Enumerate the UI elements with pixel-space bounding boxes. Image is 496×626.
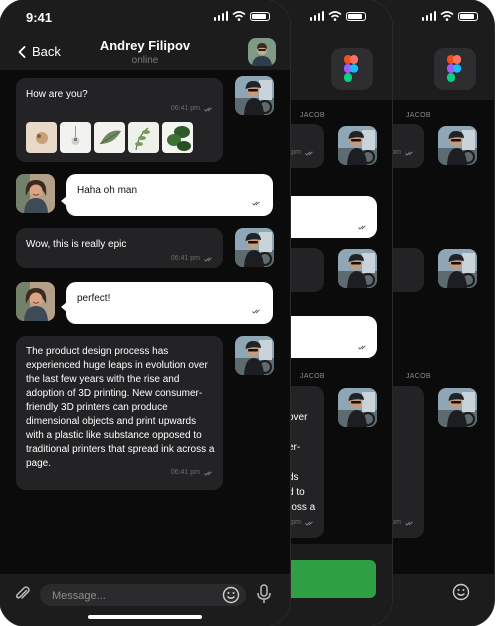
battery-icon — [346, 12, 366, 21]
read-checkmark-icon — [405, 520, 413, 526]
photo-thumbnail[interactable] — [128, 122, 159, 153]
signal-icon — [309, 11, 324, 21]
status-icons — [213, 11, 270, 21]
chevron-left-icon — [18, 45, 26, 58]
sender-label: JACOB — [300, 373, 325, 380]
message-meta: 06:41 pm — [171, 466, 213, 480]
sender-label: JACOB — [300, 112, 325, 119]
status-bar: 9:41 — [0, 0, 290, 34]
contact-info[interactable]: Andrey Filipov online — [80, 38, 210, 66]
message-time: 06:41 pm — [170, 105, 200, 112]
status-icons — [421, 11, 478, 21]
figma-app-icon — [331, 48, 373, 90]
message-bubble-incoming: Wow, this is really epic 06:41 pm — [16, 228, 223, 268]
message-text: How are you? — [26, 89, 88, 100]
sender-label: JACOB — [406, 373, 431, 380]
message-text: Wow, this is really epic — [26, 239, 127, 250]
photo-thumbnail[interactable] — [60, 122, 91, 153]
signal-icon — [421, 11, 436, 21]
avatar — [438, 388, 477, 427]
chat-screen: 9:41 Back Andrey Filipov online How are … — [0, 0, 290, 626]
read-checkmark-icon — [204, 470, 212, 476]
avatar — [338, 388, 377, 427]
battery-icon — [458, 12, 478, 21]
avatar — [16, 282, 55, 321]
message-time: 06:41 pm — [170, 255, 200, 262]
message-text: The product design process has experienc… — [26, 346, 215, 469]
emoji-icon[interactable] — [222, 586, 240, 604]
read-checkmark-icon — [252, 309, 260, 314]
read-checkmark-icon — [358, 225, 366, 230]
wifi-icon — [328, 11, 342, 21]
read-checkmark-icon — [405, 150, 413, 156]
message-composer — [0, 574, 290, 626]
battery-icon — [250, 12, 270, 21]
contact-name: Andrey Filipov — [99, 38, 191, 53]
read-checkmark-icon — [204, 106, 212, 112]
message-meta: 06:41 pm — [171, 252, 213, 266]
message-bubble-incoming: The product design process has experienc… — [16, 336, 223, 490]
read-checkmark-icon — [358, 345, 366, 350]
wifi-icon — [440, 11, 454, 21]
message-meta: 06:41 pm — [171, 102, 213, 116]
emoji-icon[interactable] — [452, 583, 470, 601]
message-text: perfect! — [77, 293, 111, 304]
microphone-icon[interactable] — [256, 584, 272, 604]
message-text-fragment: over er- ds d to ross a — [288, 412, 316, 513]
message-text: Haha oh man — [77, 185, 138, 196]
read-checkmark-icon — [204, 256, 212, 262]
message-bubble-outgoing: Haha oh man — [66, 174, 273, 216]
back-button[interactable]: Back — [18, 44, 61, 59]
wifi-icon — [232, 11, 246, 21]
photo-thumbnail[interactable] — [162, 122, 193, 153]
avatar — [438, 249, 477, 288]
avatar — [235, 336, 274, 375]
avatar — [235, 76, 274, 115]
back-label: Back — [32, 44, 61, 59]
message-field[interactable] — [40, 584, 246, 608]
avatar — [235, 228, 274, 267]
contact-avatar[interactable] — [248, 38, 276, 66]
message-bubble-incoming: How are you? 06:41 pm — [16, 78, 223, 162]
avatar — [438, 126, 477, 165]
sender-label: JACOB — [406, 112, 431, 119]
signal-icon — [213, 11, 228, 21]
home-indicator — [88, 615, 202, 619]
message-time: 06:41 pm — [170, 469, 200, 476]
avatar — [16, 174, 55, 213]
status-time: 9:41 — [26, 10, 53, 25]
read-checkmark-icon — [305, 150, 313, 156]
read-checkmark-icon — [252, 201, 260, 206]
avatar — [338, 126, 377, 165]
chat-header: Back Andrey Filipov online — [0, 34, 290, 70]
message-bubble-outgoing: perfect! — [66, 282, 273, 324]
contact-status: online — [131, 55, 159, 66]
figma-app-icon — [434, 48, 476, 90]
attachment-icon[interactable] — [14, 585, 32, 603]
avatar — [338, 249, 377, 288]
message-input[interactable] — [50, 584, 204, 608]
photo-thumbnail[interactable] — [26, 122, 57, 153]
status-icons — [309, 11, 366, 21]
read-checkmark-icon — [305, 520, 313, 526]
photo-thumbnail[interactable] — [94, 122, 125, 153]
